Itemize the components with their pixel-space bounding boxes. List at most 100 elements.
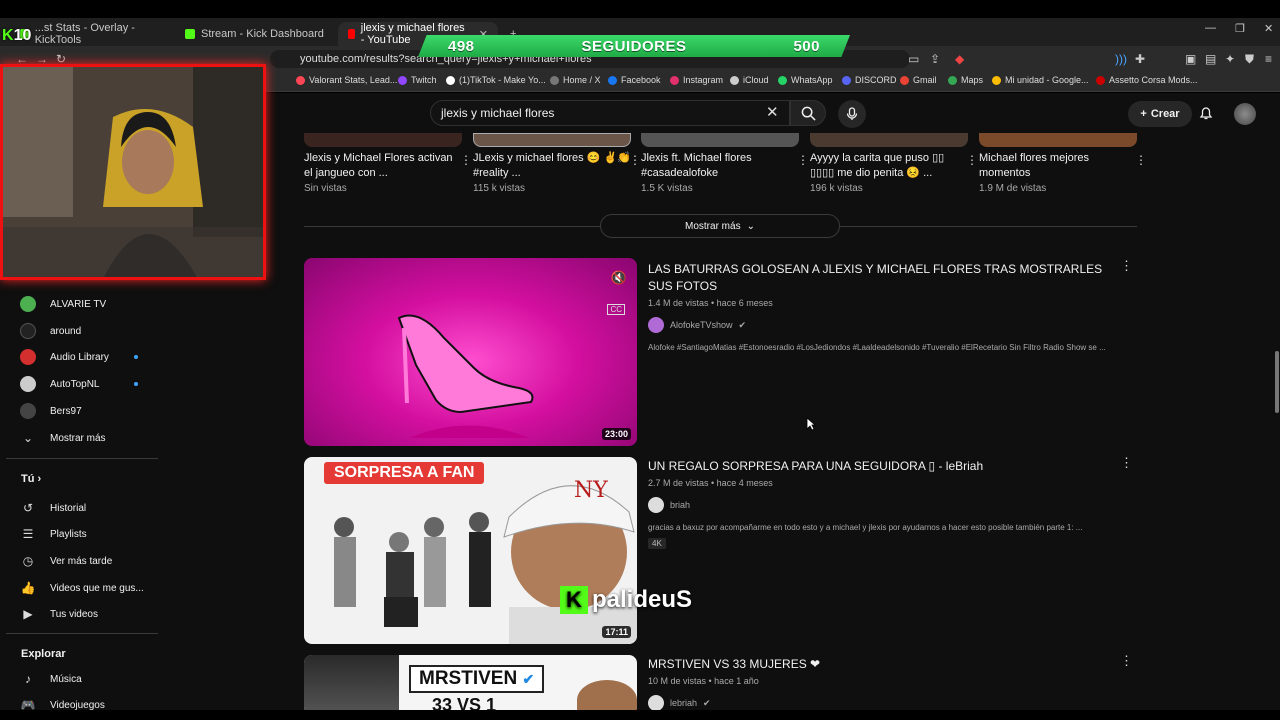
short-thumbnail[interactable]	[810, 133, 968, 147]
sidebar-icon[interactable]: ▣	[1185, 52, 1196, 66]
bookmark-twitch[interactable]: Twitch	[398, 75, 437, 85]
channel-name[interactable]: AlofokeTVshow	[670, 320, 733, 330]
channel-avatar[interactable]	[648, 317, 664, 333]
video-thumbnail[interactable]: 🔇 CC 23:00	[304, 258, 637, 446]
clock-icon: ◷	[22, 554, 34, 568]
bookmark-facebook[interactable]: Facebook	[608, 75, 661, 85]
bookmark-drive[interactable]: Mi unidad - Google...	[992, 75, 1089, 85]
more-options-icon[interactable]: ⋮	[1120, 455, 1133, 471]
more-options-icon[interactable]: ⋮	[1120, 653, 1133, 669]
short-thumbnail[interactable]	[979, 133, 1137, 147]
kick-logo-icon: K	[560, 586, 588, 614]
short-views: 1.9 M de vistas	[979, 183, 1047, 194]
shield-icon[interactable]: ⛊	[1245, 52, 1254, 67]
short-title[interactable]: Jlexis ft. Michael flores #casadealofoke	[641, 151, 801, 181]
short-item[interactable]: Jlexis ft. Michael flores #casadealofoke…	[641, 151, 809, 194]
more-options-icon[interactable]: ⋮	[966, 153, 978, 167]
bookmark-x[interactable]: Home / X	[550, 75, 601, 85]
sidebar-item-alvarie[interactable]: ALVARIE TV	[20, 296, 160, 312]
short-item[interactable]: Jlexis y Michael Flores activan el jangu…	[304, 151, 472, 194]
short-title[interactable]: Michael flores mejores momentos	[979, 151, 1139, 181]
channel-row[interactable]: briah	[648, 497, 1118, 513]
notifications-bell-icon[interactable]	[1198, 105, 1214, 121]
search-button[interactable]	[790, 100, 826, 126]
bookmark-discord[interactable]: DISCORD	[842, 75, 897, 85]
clear-search-icon[interactable]: ✕	[766, 103, 779, 121]
bookmark-maps[interactable]: Maps	[948, 75, 983, 85]
sidebar-show-more[interactable]: ⌄ Mostrar más	[20, 430, 160, 446]
sidebar-item-gaming[interactable]: 🎮 Videojuegos	[20, 697, 160, 710]
bookmark-icloud[interactable]: iCloud	[730, 75, 769, 85]
tab-kicktools[interactable]: ...st Stats - Overlay - KickTools	[10, 22, 175, 46]
new-content-indicator	[134, 382, 138, 386]
channel-avatar[interactable]	[648, 695, 664, 710]
short-title[interactable]: Jlexis y Michael Flores activan el jangu…	[304, 151, 464, 181]
short-item[interactable]: Michael flores mejores momentos 1.9 M de…	[979, 151, 1147, 194]
minimize-icon[interactable]: —	[1205, 22, 1216, 34]
account-avatar[interactable]	[1234, 103, 1256, 125]
bookmark-valorant[interactable]: Valorant Stats, Lead...	[296, 75, 397, 85]
share-icon[interactable]: ⇪	[930, 52, 940, 66]
video-thumbnail[interactable]: MRSTIVEN ✔ 33 VS 1	[304, 655, 637, 710]
thumbs-up-icon: 👍	[20, 581, 36, 595]
sidebar-item-audio-library[interactable]: Audio Library	[20, 349, 160, 365]
sidebar-item-music[interactable]: ♪ Música	[20, 671, 160, 687]
sidebar-item-your-videos[interactable]: ▶ Tus videos	[20, 606, 160, 622]
captions-icon[interactable]: CC	[607, 304, 625, 315]
short-title[interactable]: JLexis y michael flores 😊 ✌👏 #reality ..…	[473, 151, 633, 181]
sound-icon[interactable]: )))	[1115, 52, 1127, 66]
channel-row[interactable]: lebriah ✔	[648, 695, 1118, 710]
extensions-icon[interactable]: ✚	[1135, 52, 1145, 66]
short-item[interactable]: Ayyyy la carita que puso ▯▯ ▯▯▯▯ me dio …	[810, 151, 978, 194]
scrollbar-thumb[interactable]	[1275, 351, 1279, 413]
sidebar-item-liked[interactable]: 👍 Videos que me gus...	[20, 580, 160, 596]
video-title[interactable]: LAS BATURRAS GOLOSEAN A JLEXIS Y MICHAEL…	[648, 261, 1118, 295]
extension-icon[interactable]: ◆	[955, 52, 964, 66]
voice-search-button[interactable]	[838, 100, 866, 128]
short-thumbnail[interactable]	[473, 133, 631, 147]
more-options-icon[interactable]: ⋮	[1120, 258, 1133, 274]
more-options-icon[interactable]: ⋮	[1135, 153, 1147, 167]
short-title[interactable]: Ayyyy la carita que puso ▯▯ ▯▯▯▯ me dio …	[810, 151, 970, 181]
cast-icon[interactable]: ▭	[908, 52, 919, 66]
search-input[interactable]: jlexis y michael flores	[430, 100, 790, 126]
video-title[interactable]: UN REGALO SORPRESA PARA UNA SEGUIDORA ▯ …	[648, 458, 1118, 475]
sidebar-you-header[interactable]: Tú ›	[21, 473, 41, 485]
sidebar-item-playlists[interactable]: ☰ Playlists	[20, 526, 160, 542]
mute-icon[interactable]: 🔇	[611, 270, 627, 286]
channel-name[interactable]: briah	[670, 500, 690, 510]
create-button[interactable]: + Crear	[1128, 101, 1192, 127]
bookmark-assetto[interactable]: Assetto Corsa Mods...	[1096, 75, 1198, 85]
video-meta: 2.7 M de vistas • hace 4 meses	[648, 478, 773, 488]
menu-icon[interactable]: ≡	[1265, 52, 1272, 66]
channel-avatar[interactable]	[648, 497, 664, 513]
more-options-icon[interactable]: ⋮	[797, 153, 809, 167]
sidebar-divider	[6, 458, 158, 459]
bookmark-tiktok[interactable]: (1)TikTok - Make Yo...	[446, 75, 546, 85]
ai-icon[interactable]: ✦	[1225, 52, 1235, 66]
show-more-shorts-button[interactable]: Mostrar más ⌄	[600, 214, 840, 238]
close-window-icon[interactable]: ✕	[1264, 22, 1273, 35]
short-item[interactable]: JLexis y michael flores 😊 ✌👏 #reality ..…	[473, 151, 641, 194]
sidebar-item-history[interactable]: ↺ Historial	[20, 500, 160, 516]
more-options-icon[interactable]: ⋮	[629, 153, 641, 167]
sidebar-item-autotopnl[interactable]: AutoTopNL	[20, 376, 160, 392]
channel-name[interactable]: lebriah	[670, 698, 697, 708]
short-thumbnail[interactable]	[304, 133, 462, 147]
wallet-icon[interactable]: ▤	[1205, 52, 1216, 66]
verified-icon: ✔	[703, 697, 711, 708]
sidebar-item-around[interactable]: around	[20, 323, 160, 339]
bookmark-gmail[interactable]: Gmail	[900, 75, 937, 85]
bookmark-whatsapp[interactable]: WhatsApp	[778, 75, 833, 85]
short-thumbnail[interactable]	[641, 133, 799, 147]
video-title[interactable]: MRSTIVEN VS 33 MUJERES ❤	[648, 656, 1118, 673]
channel-row[interactable]: AlofokeTVshow ✔	[648, 317, 1118, 333]
sidebar-item-bers97[interactable]: Bers97	[20, 403, 160, 419]
video-thumbnail[interactable]: SORPRESA A FAN NY 17:11	[304, 457, 637, 644]
more-options-icon[interactable]: ⋮	[460, 153, 472, 167]
bookmark-instagram[interactable]: Instagram	[670, 75, 723, 85]
sidebar-item-watch-later[interactable]: ◷ Ver más tarde	[20, 553, 160, 569]
sidebar-item-label: AutoTopNL	[50, 378, 100, 390]
maximize-icon[interactable]: ❐	[1235, 22, 1245, 35]
tab-kick-dashboard[interactable]: Stream - Kick Dashboard	[175, 22, 340, 46]
